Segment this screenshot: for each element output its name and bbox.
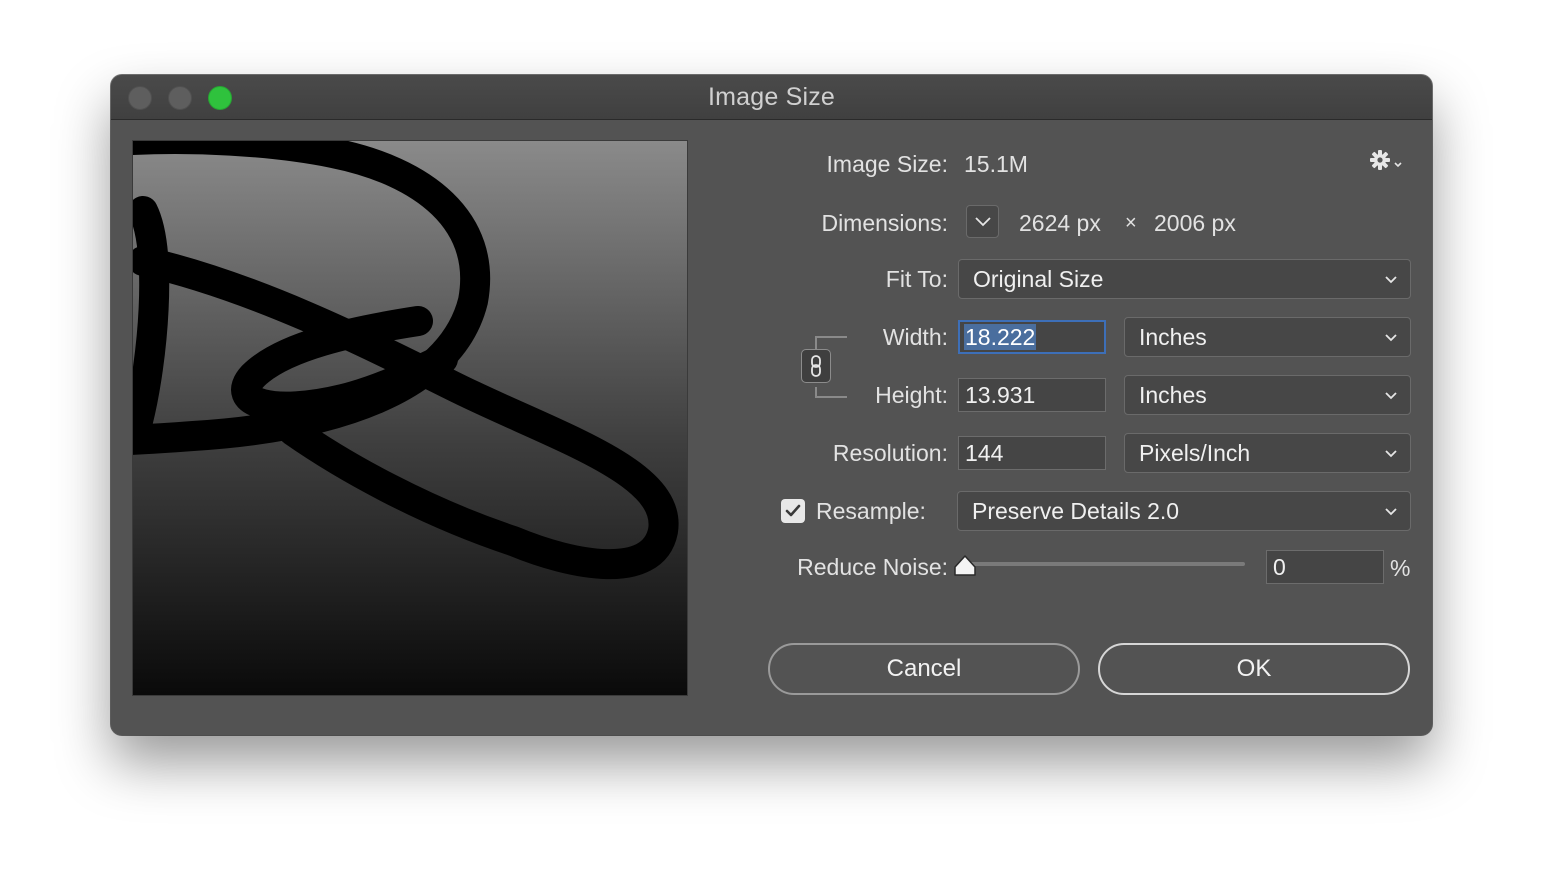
reduce-noise-label: Reduce Noise: [797,554,948,580]
reduce-noise-unit: % [1390,555,1411,581]
reduce-noise-slider-thumb[interactable] [952,553,978,584]
resample-method-select[interactable]: Preserve Details 2.0 [957,491,1411,531]
preview-artwork [133,141,687,695]
checkmark-icon [785,504,801,517]
chevron-down-icon [1394,162,1402,168]
resample-checkbox[interactable] [781,499,805,523]
image-preview[interactable] [132,140,688,696]
window-title: Image Size [707,83,836,111]
image-size-label: Image Size: [826,151,948,177]
height-label: Height: [875,382,948,408]
chevron-down-icon [1385,391,1397,399]
settings-menu-button[interactable] [1369,149,1403,171]
gear-icon [1370,150,1390,170]
resolution-input[interactable]: 144 [958,436,1106,470]
dimensions-label: Dimensions: [821,210,948,236]
title-bar: Image Size [111,75,1432,120]
fit-to-selected: Original Size [973,266,1104,292]
slider-thumb-icon [954,555,976,576]
ok-button[interactable]: OK [1098,643,1410,695]
dimensions-width-value: 2624 px [1019,210,1101,236]
fit-to-select[interactable]: Original Size [958,259,1411,299]
resolution-value: 144 [965,440,1004,466]
image-size-dialog: Image Size Image Size: 15.1M Dimensions:… [111,75,1432,735]
resample-method-selected: Preserve Details 2.0 [972,498,1180,524]
resample-label: Resample: [816,498,926,524]
chevron-down-icon [1385,449,1397,457]
height-value: 13.931 [965,382,1036,408]
fit-to-label: Fit To: [885,266,948,292]
cancel-button[interactable]: Cancel [768,643,1080,695]
resolution-unit-select[interactable]: Pixels/Inch [1124,433,1411,473]
resolution-unit-selected: Pixels/Inch [1139,440,1251,466]
image-size-value: 15.1M [964,151,1028,177]
width-unit-select[interactable]: Inches [1124,317,1411,357]
dimensions-height-value: 2006 px [1154,210,1236,236]
width-value: 18.222 [964,324,1037,350]
chevron-down-icon [1385,275,1397,283]
reduce-noise-slider-track[interactable] [969,562,1245,566]
dimensions-unit-toggle[interactable] [966,205,999,238]
dimensions-separator: × [1125,212,1137,234]
width-label: Width: [882,324,948,350]
reduce-noise-input[interactable]: 0 [1266,550,1384,584]
width-input[interactable]: 18.222 [958,320,1106,354]
height-unit-select[interactable]: Inches [1124,375,1411,415]
link-icon [811,355,821,377]
resolution-label: Resolution: [832,440,948,466]
height-input[interactable]: 13.931 [958,378,1106,412]
chevron-down-icon [974,216,991,226]
height-unit-selected: Inches [1139,382,1207,408]
constrain-proportions-button[interactable] [801,349,831,383]
width-unit-selected: Inches [1139,324,1207,350]
chevron-down-icon [1385,507,1397,515]
chevron-down-icon [1385,333,1397,341]
reduce-noise-value: 0 [1273,554,1286,580]
